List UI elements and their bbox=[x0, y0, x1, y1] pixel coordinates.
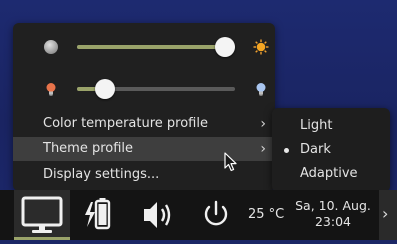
power-icon bbox=[204, 200, 228, 226]
submenu-item-adaptive[interactable]: Adaptive bbox=[272, 162, 390, 186]
brightness-slider-thumb[interactable] bbox=[215, 37, 235, 57]
color-temperature-slider-row bbox=[13, 77, 275, 101]
menu-item-color-temperature-profile[interactable]: Color temperature profile › bbox=[13, 112, 275, 136]
submenu-item-label: Adaptive bbox=[300, 166, 358, 181]
submenu-item-dark[interactable]: Dark bbox=[272, 138, 390, 162]
brightness-slider[interactable] bbox=[77, 37, 235, 57]
menu-item-label: Theme profile bbox=[43, 141, 134, 156]
submenu-item-label: Dark bbox=[300, 142, 331, 157]
mouse-pointer-icon bbox=[224, 152, 237, 172]
menu-item-label: Color temperature profile bbox=[43, 116, 208, 131]
theme-profile-submenu: Light Dark Adaptive bbox=[272, 108, 390, 192]
chevron-right-icon: › bbox=[382, 204, 389, 223]
chevron-right-icon: › bbox=[260, 116, 266, 132]
color-temperature-slider-thumb[interactable] bbox=[95, 79, 115, 99]
bulb-cool-icon bbox=[256, 83, 266, 96]
chevron-right-icon: › bbox=[260, 141, 266, 157]
color-temperature-slider[interactable] bbox=[77, 79, 235, 99]
temperature-readout: 25 °C bbox=[248, 207, 285, 222]
battery-button[interactable] bbox=[80, 190, 120, 240]
power-button[interactable] bbox=[196, 190, 236, 240]
selected-dot-icon bbox=[284, 148, 289, 153]
clock[interactable]: Sa, 10. Aug. 23:04 bbox=[292, 198, 374, 230]
volume-button[interactable] bbox=[138, 190, 178, 240]
clock-time: 23:04 bbox=[314, 214, 352, 229]
submenu-item-label: Light bbox=[300, 118, 333, 133]
speaker-icon bbox=[144, 202, 171, 228]
taskbar: 25 °C Sa, 10. Aug. 23:04 › bbox=[0, 190, 397, 240]
brightness-slider-row bbox=[13, 35, 275, 59]
submenu-item-light[interactable]: Light bbox=[272, 114, 390, 138]
taskbar-overflow-button[interactable]: › bbox=[379, 190, 397, 240]
menu-item-label: Display settings... bbox=[43, 167, 160, 182]
brightness-high-icon bbox=[253, 39, 269, 55]
bulb-warm-icon bbox=[46, 83, 56, 96]
clock-date: Sa, 10. Aug. bbox=[295, 198, 371, 213]
monitor-icon bbox=[21, 196, 63, 233]
battery-charging-icon bbox=[85, 198, 111, 230]
brightness-slider-fill bbox=[77, 45, 235, 49]
display-button[interactable] bbox=[14, 190, 70, 240]
brightness-low-icon bbox=[44, 40, 58, 54]
